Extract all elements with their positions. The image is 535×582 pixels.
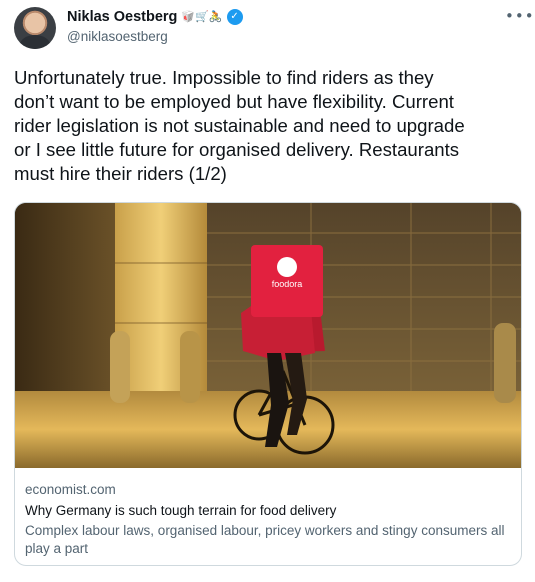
rider-photo: foodora	[15, 203, 521, 468]
card-image[interactable]: foodora	[15, 203, 521, 468]
handle[interactable]: @niklasoestberg	[67, 29, 168, 44]
name-emoji: 🥡🛒🚴	[181, 10, 223, 23]
tweet: Niklas Oestberg 🥡🛒🚴 ✓ @niklasoestberg ••…	[0, 0, 535, 582]
bag-logo-text: foodora	[272, 279, 303, 289]
tweet-text: Unfortunately true. Impossible to find r…	[14, 67, 465, 184]
card-description: Complex labour laws, organised labour, p…	[25, 523, 505, 556]
display-name[interactable]: Niklas Oestberg	[67, 9, 177, 25]
card-meta: economist.com Why Germany is such tough …	[25, 481, 513, 558]
card-title[interactable]: Why Germany is such tough terrain for fo…	[25, 502, 513, 520]
author-row: Niklas Oestberg 🥡🛒🚴 ✓	[67, 9, 243, 25]
card-domain: economist.com	[25, 482, 116, 497]
link-card[interactable]: foodora economist.com Why Germany is suc…	[14, 202, 522, 566]
more-horizontal-icon[interactable]: •••	[505, 7, 535, 25]
verified-badge-icon: ✓	[226, 9, 243, 25]
avatar[interactable]	[14, 7, 56, 49]
